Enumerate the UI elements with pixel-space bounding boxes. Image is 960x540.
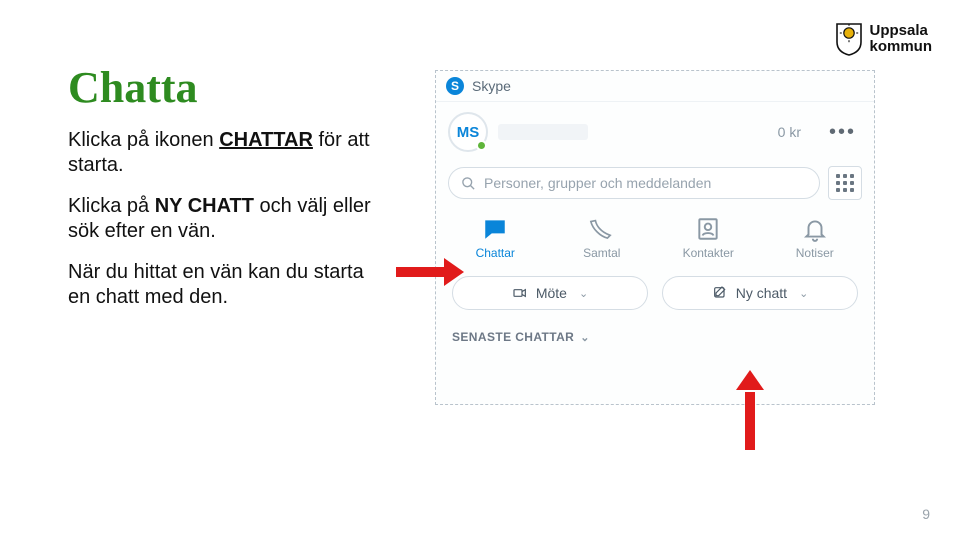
tab-label: Samtal xyxy=(583,246,620,260)
phone-icon xyxy=(589,216,615,242)
skype-app-name: Skype xyxy=(472,78,511,94)
slide-title: Chatta xyxy=(68,62,198,113)
profile-row: MS 0 kr ••• xyxy=(436,102,874,162)
skype-titlebar: S Skype xyxy=(436,71,874,102)
text-emphasis: CHATTAR xyxy=(219,129,313,151)
uppsala-kommun-logo: Uppsala kommun xyxy=(835,22,932,56)
skype-logo-icon: S xyxy=(446,77,464,95)
contacts-icon xyxy=(695,216,721,242)
dialpad-button[interactable] xyxy=(828,166,862,200)
meeting-button[interactable]: Möte ⌄ xyxy=(452,276,648,310)
skype-window: S Skype MS 0 kr ••• Personer, grupper oc… xyxy=(435,70,875,405)
button-label: Möte xyxy=(536,285,567,301)
video-icon xyxy=(512,285,528,301)
tab-contacts[interactable]: Kontakter xyxy=(668,216,748,260)
text-emphasis: NY CHATT xyxy=(155,195,254,217)
search-input[interactable]: Personer, grupper och meddelanden xyxy=(448,167,820,199)
tab-label: Kontakter xyxy=(683,246,734,260)
logo-line2: kommun xyxy=(869,39,932,55)
avatar[interactable]: MS xyxy=(448,112,488,152)
text: Klicka på ikonen xyxy=(68,129,219,151)
skype-credit-balance[interactable]: 0 kr xyxy=(778,124,801,140)
tab-label: Notiser xyxy=(796,246,834,260)
button-label: Ny chatt xyxy=(736,285,787,301)
crest-icon xyxy=(835,22,863,56)
page-number: 9 xyxy=(922,506,930,522)
search-placeholder: Personer, grupper och meddelanden xyxy=(484,175,711,191)
chevron-down-icon: ⌄ xyxy=(579,287,588,300)
search-icon xyxy=(461,176,476,191)
avatar-initials: MS xyxy=(457,124,480,141)
section-label-text: SENASTE CHATTAR xyxy=(452,330,574,344)
recent-chats-header[interactable]: SENASTE CHATTAR ⌄ xyxy=(436,322,874,352)
tab-notices[interactable]: Notiser xyxy=(775,216,855,260)
new-chat-button[interactable]: Ny chatt ⌄ xyxy=(662,276,858,310)
presence-indicator-icon xyxy=(476,140,487,151)
arrow-to-chats-tab xyxy=(396,262,466,282)
more-menu-button[interactable]: ••• xyxy=(823,121,862,144)
compose-icon xyxy=(712,285,728,301)
arrow-to-new-chat xyxy=(740,370,760,450)
skype-tabs: Chattar Samtal Kontakter Notiser xyxy=(436,208,874,270)
tab-chats[interactable]: Chattar xyxy=(455,216,535,260)
chat-icon xyxy=(482,216,508,242)
text: Klicka på xyxy=(68,195,155,217)
bell-icon xyxy=(802,216,828,242)
instruction-text: Klicka på ikonen CHATTAR för att starta.… xyxy=(68,128,388,326)
logo-line1: Uppsala xyxy=(869,23,932,39)
tab-calls[interactable]: Samtal xyxy=(562,216,642,260)
chevron-down-icon: ⌄ xyxy=(799,287,808,300)
tab-label: Chattar xyxy=(476,246,515,260)
chevron-down-icon: ⌄ xyxy=(580,332,590,344)
text: När du hittat en vän kan du starta en ch… xyxy=(68,260,388,310)
profile-name-redacted xyxy=(498,124,588,140)
